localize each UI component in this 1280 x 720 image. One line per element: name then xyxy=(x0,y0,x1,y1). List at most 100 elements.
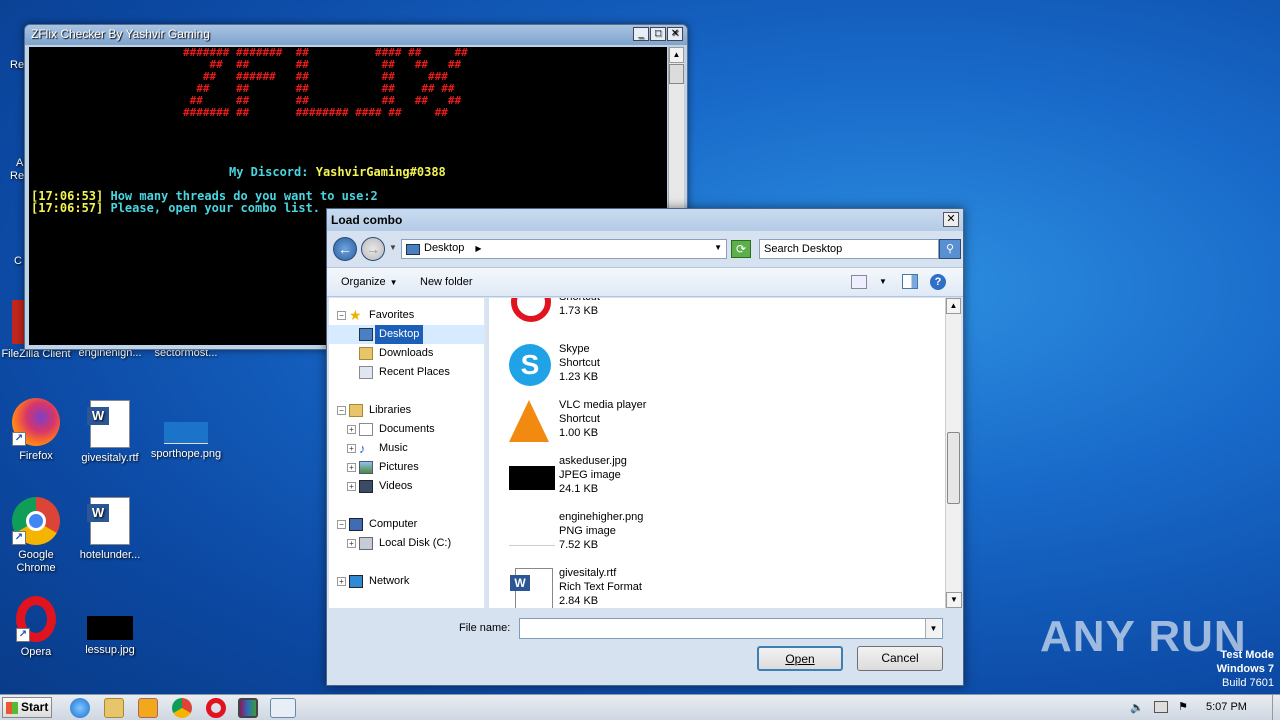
cancel-button[interactable]: Cancel xyxy=(857,646,943,671)
winrar-icon[interactable] xyxy=(238,698,258,718)
search-input[interactable]: Search Desktop xyxy=(759,239,939,259)
test-mode-text: Test Mode Windows 7 Build 7601 xyxy=(1217,648,1274,690)
network-icon[interactable] xyxy=(1154,701,1168,713)
address-bar-row: ← → ▼ Desktop ▶ ▼ ⟳ Search Desktop ⚲ xyxy=(331,235,961,263)
scroll-up-arrow-icon[interactable]: ▲ xyxy=(946,298,961,314)
desktop-icon-givesitaly[interactable]: W givesitaly.rtf xyxy=(74,400,146,465)
tree-item-libraries[interactable]: − Libraries xyxy=(329,401,484,420)
expand-icon[interactable]: + xyxy=(347,539,356,548)
collapse-icon[interactable]: − xyxy=(337,520,346,529)
dialog-close-button[interactable]: ✕ xyxy=(943,212,959,227)
desktop-icon-lessup[interactable]: lessup.jpg xyxy=(74,596,146,657)
file-list-scrollbar[interactable]: ▲ ▼ xyxy=(945,298,962,608)
shortcut-arrow-icon: ↗ xyxy=(16,628,30,642)
collapse-icon[interactable]: − xyxy=(337,406,346,415)
tree-item-music[interactable]: + ♪ Music xyxy=(329,439,484,458)
list-item[interactable]: W givesitaly.rtf Rich Text Format 2.84 KB xyxy=(507,566,927,608)
desktop-icon-label: givesitaly.rtf xyxy=(81,452,139,464)
organize-button[interactable]: Organize ▼ xyxy=(341,276,398,288)
media-player-icon[interactable] xyxy=(138,698,158,718)
filename-input[interactable] xyxy=(519,618,943,639)
tree-item-pictures[interactable]: + Pictures xyxy=(329,458,484,477)
desktop-icon-opera[interactable]: ↗ Opera xyxy=(0,596,72,659)
desktop-icon-chrome[interactable]: ↗ Google Chrome xyxy=(0,497,72,575)
vlc-icon xyxy=(509,400,549,442)
tree-item-local-disk[interactable]: + Local Disk (C:) xyxy=(329,534,484,553)
collapse-icon[interactable]: − xyxy=(337,311,346,320)
list-item[interactable]: askeduser.jpg JPEG image 24.1 KB xyxy=(507,454,927,506)
maximize-button[interactable]: □ xyxy=(650,27,666,41)
desktop-icon-sporthope[interactable]: sporthope.png xyxy=(150,400,222,461)
libraries-icon xyxy=(349,404,363,417)
chrome-icon[interactable] xyxy=(172,698,192,718)
scroll-thumb[interactable] xyxy=(669,64,684,84)
search-icon[interactable]: ⚲ xyxy=(939,239,961,259)
skype-icon: S xyxy=(509,344,551,386)
tree-label: Desktop xyxy=(375,325,424,344)
file-type: PNG image xyxy=(559,525,616,537)
tree-item-favorites[interactable]: − ★ Favorites xyxy=(329,306,484,325)
recent-locations-dropdown-icon[interactable]: ▼ xyxy=(389,243,397,252)
log-text: Please, open your combo list. xyxy=(103,201,320,215)
tree-item-videos[interactable]: + Videos xyxy=(329,477,484,496)
chevron-down-icon[interactable]: ▼ xyxy=(879,277,887,286)
desktop-icon-label: Google Chrome xyxy=(16,549,56,574)
scroll-up-arrow-icon[interactable]: ▲ xyxy=(669,47,684,63)
list-item[interactable]: enginehigher.png PNG image 7.52 KB xyxy=(507,510,927,562)
list-item[interactable]: VLC media player Shortcut 1.00 KB xyxy=(507,398,927,450)
tree-item-documents[interactable]: + Documents xyxy=(329,420,484,439)
list-item[interactable]: S Skype Shortcut 1.23 KB xyxy=(507,342,927,394)
console-titlebar[interactable]: ZFlix Checker By Yashvir Gaming _ □ ✕ xyxy=(25,25,687,45)
desktop-icon-firefox[interactable]: ↗ Firefox xyxy=(0,398,72,463)
help-icon[interactable]: ? xyxy=(930,274,946,290)
file-size: 1.23 KB xyxy=(559,371,599,383)
explorer-icon[interactable] xyxy=(104,698,124,718)
preview-pane-icon[interactable] xyxy=(902,274,918,289)
tree-item-computer[interactable]: − Computer xyxy=(329,515,484,534)
back-arrow-icon[interactable]: ← xyxy=(333,237,357,261)
expand-icon[interactable]: + xyxy=(337,577,346,586)
tree-label: Documents xyxy=(379,423,435,435)
ie-icon[interactable] xyxy=(70,698,90,718)
breadcrumb-chevron-icon[interactable]: ▶ xyxy=(475,244,481,253)
expand-icon[interactable]: + xyxy=(347,482,356,491)
close-button[interactable]: ✕ xyxy=(667,27,683,41)
refresh-icon[interactable]: ⟳ xyxy=(731,240,751,258)
expand-icon[interactable]: + xyxy=(347,463,356,472)
tree-label: Music xyxy=(379,442,408,454)
discord-line: My Discord: YashvirGaming#0388 xyxy=(229,165,446,179)
clock[interactable]: 5:07 PM xyxy=(1206,701,1247,713)
minimize-button[interactable]: _ xyxy=(633,27,649,41)
opera-icon[interactable] xyxy=(206,698,226,718)
address-dropdown-icon[interactable]: ▼ xyxy=(714,243,722,252)
start-button[interactable]: Start xyxy=(2,697,52,718)
tree-label: Computer xyxy=(369,518,418,530)
flag-icon[interactable]: ⚑ xyxy=(1178,700,1188,713)
open-button[interactable]: Open xyxy=(757,646,843,671)
volume-icon[interactable]: 🔈 xyxy=(1130,701,1144,714)
tree-item-recent-places[interactable]: Recent Places xyxy=(329,363,484,382)
scroll-thumb[interactable] xyxy=(947,432,960,504)
expand-icon[interactable]: + xyxy=(347,425,356,434)
view-options-icon[interactable] xyxy=(851,275,867,289)
file-name: Skype xyxy=(559,343,590,355)
tree-item-network[interactable]: + Network xyxy=(329,572,484,591)
forward-arrow-icon[interactable]: → xyxy=(361,237,385,261)
new-folder-button[interactable]: New folder xyxy=(420,276,473,288)
desktop-icon-hotelunder[interactable]: W hotelunder... xyxy=(74,497,146,562)
scroll-down-arrow-icon[interactable]: ▼ xyxy=(946,592,962,608)
console-taskbar-icon[interactable] xyxy=(270,698,296,718)
file-list[interactable]: Shortcut1.73 KB S SkypeShortcut1.23 KB V… xyxy=(489,298,945,608)
load-combo-dialog[interactable]: Load combo ✕ ← → ▼ Desktop ▶ ▼ ⟳ Search … xyxy=(326,208,964,686)
tree-item-downloads[interactable]: Downloads xyxy=(329,344,484,363)
expand-icon[interactable]: + xyxy=(347,444,356,453)
list-item[interactable]: Shortcut1.73 KB xyxy=(507,298,927,342)
image-thumb-icon xyxy=(509,522,555,546)
dialog-title: Load combo xyxy=(331,213,403,227)
tree-item-desktop[interactable]: Desktop xyxy=(329,325,484,344)
show-desktop-button[interactable] xyxy=(1272,695,1278,720)
chevron-down-icon[interactable]: ▼ xyxy=(925,619,941,638)
desktop-icon-label: hotelunder... xyxy=(79,549,141,561)
dialog-titlebar[interactable]: Load combo ✕ xyxy=(327,209,963,231)
address-field[interactable]: Desktop ▶ ▼ xyxy=(401,239,727,259)
